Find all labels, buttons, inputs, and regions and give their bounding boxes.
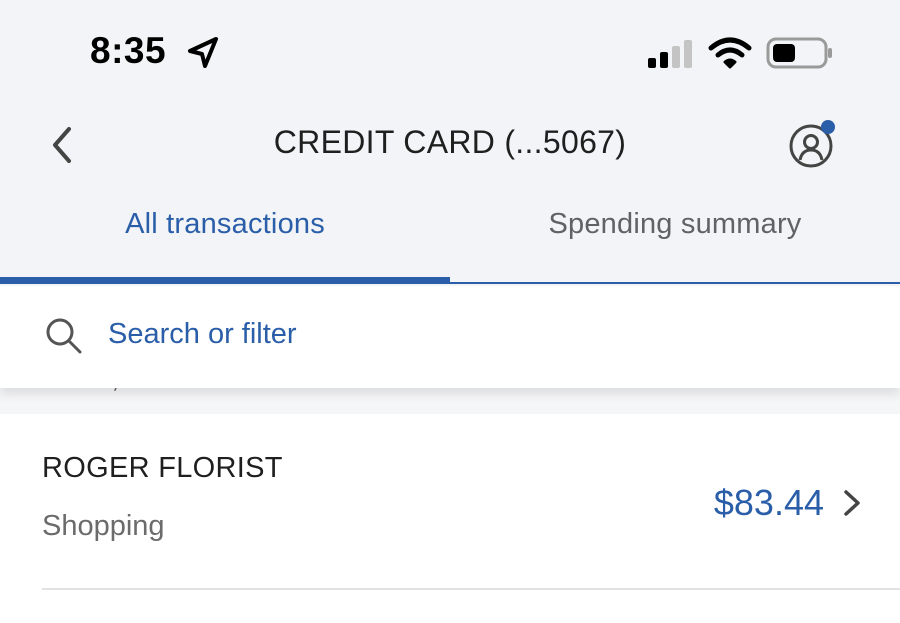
back-button[interactable] [40,122,84,168]
tab-spending-summary[interactable]: Spending summary [450,208,900,241]
search-icon [46,318,82,354]
chevron-right-icon[interactable] [840,488,864,518]
notification-dot [821,120,835,134]
search-input[interactable]: Search or filter [108,318,297,351]
location-arrow-icon [188,37,218,68]
status-bar: 8:35 [0,0,900,100]
transaction-merchant: ROGER FLORIST [42,452,283,484]
tab-all-transactions[interactable]: All transactions [0,208,450,241]
row-divider [42,588,900,590]
cellular-signal-icon [648,40,692,68]
transaction-category: Shopping [42,510,165,542]
wifi-icon [708,37,752,69]
user-circle-icon [789,120,835,168]
page-title: CREDIT CARD (...5067) [273,124,627,160]
active-tab-indicator [0,277,450,283]
chevron-left-icon [53,127,71,163]
battery-icon [766,37,832,69]
profile-button[interactable] [786,118,838,170]
transaction-amount: $83.44 [713,482,824,523]
status-time: 8:35 [90,30,167,71]
